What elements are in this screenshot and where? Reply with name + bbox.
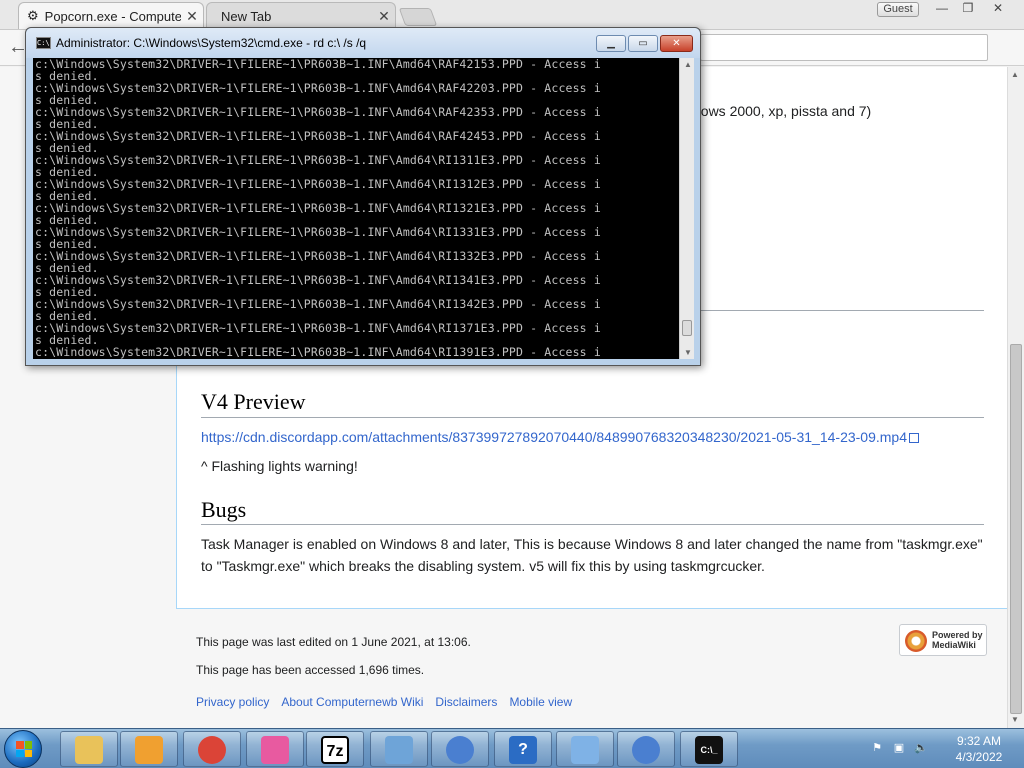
scroll-thumb[interactable] — [1010, 344, 1022, 714]
cmd-close-button[interactable]: ✕ — [660, 35, 693, 52]
console-line: c:\Windows\System32\DRIVER~1\FILERE~1\PR… — [35, 321, 601, 335]
bugs-paragraph: Task Manager is enabled on Windows 8 and… — [201, 536, 983, 574]
console-line: c:\Windows\System32\DRIVER~1\FILERE~1\PR… — [35, 345, 601, 359]
console-line: c:\Windows\System32\DRIVER~1\FILERE~1\PR… — [35, 81, 601, 95]
taskbar-media-player-button[interactable] — [120, 731, 178, 767]
disclaimers-link[interactable]: Disclaimers — [435, 695, 497, 709]
volume-icon[interactable]: 🔈 — [914, 741, 928, 755]
cmd-console-output[interactable]: c:\Windows\System32\DRIVER~1\FILERE~1\PR… — [33, 58, 679, 359]
tab-popcorn[interactable]: ⚙ Popcorn.exe - Computer ✕ — [18, 2, 204, 29]
clock[interactable]: 9:32 AM 4/3/2022 — [944, 733, 1014, 765]
new-tab-button[interactable] — [398, 8, 438, 26]
page-favicon-icon: ⚙ — [27, 8, 39, 23]
media-player-icon — [135, 736, 163, 764]
badge-text: Powered by MediaWiki — [932, 630, 983, 650]
tab-title: New Tab — [221, 8, 272, 24]
page-scrollbar[interactable]: ▲ ▼ — [1007, 67, 1024, 728]
link-text[interactable]: https://cdn.discordapp.com/attachments/8… — [201, 429, 907, 445]
command-prompt-icon: C:\_ — [695, 736, 723, 764]
taskbar-control-panel-button[interactable] — [556, 731, 614, 767]
cmd-app-icon: C:\ — [36, 37, 51, 49]
privacy-policy-link[interactable]: Privacy policy — [196, 695, 269, 709]
guest-profile-button[interactable]: Guest — [877, 2, 919, 17]
start-button[interactable] — [4, 730, 42, 768]
footer-links: Privacy policy About Computernewb Wiki D… — [196, 695, 572, 709]
external-link-icon — [909, 433, 919, 443]
address-bar[interactable] — [700, 34, 988, 61]
cmd-scroll-thumb[interactable] — [682, 320, 692, 336]
file-explorer-icon — [75, 736, 103, 764]
taskbar-7-zip-button[interactable]: 7z — [306, 731, 364, 767]
taskbar: 7z? C:\_ ⚑ ▣ 🔈 9:32 AM 4/3/2022 — [0, 728, 1024, 768]
network-icon[interactable]: ▣ — [892, 741, 906, 755]
help-icon: ? — [509, 736, 537, 764]
taskbar-file-explorer-button[interactable] — [60, 731, 118, 767]
heading-underline — [201, 524, 984, 525]
cmd-maximize-button[interactable]: ▭ — [628, 35, 658, 52]
taskbar-photo-viewer-button[interactable] — [370, 731, 428, 767]
photo-viewer-icon — [385, 736, 413, 764]
minimize-icon[interactable]: — — [928, 1, 956, 17]
mediawiki-logo-icon — [905, 630, 927, 652]
console-line: c:\Windows\System32\DRIVER~1\FILERE~1\PR… — [35, 297, 601, 311]
taskbar-chromium-2-button[interactable] — [617, 731, 675, 767]
clock-date: 4/3/2022 — [955, 750, 1003, 764]
cmd-scrollbar[interactable]: ▲ ▼ — [679, 58, 694, 359]
cmd-window[interactable]: C:\ Administrator: C:\Windows\System32\c… — [25, 27, 701, 366]
v4-preview-heading: V4 Preview — [201, 389, 306, 414]
taskbar-paint-button[interactable] — [246, 731, 304, 767]
console-line: c:\Windows\System32\DRIVER~1\FILERE~1\PR… — [35, 201, 601, 215]
action-center-icon[interactable]: ⚑ — [870, 741, 884, 755]
restore-icon[interactable]: ❐ — [954, 1, 982, 17]
bugs-heading: Bugs — [201, 497, 247, 522]
browser-tabstrip: ⚙ Popcorn.exe - Computer ✕ New Tab ✕ Gue… — [0, 0, 1024, 30]
taskbar-chrome-button[interactable] — [183, 731, 241, 767]
system-tray: ⚑ ▣ 🔈 9:32 AM 4/3/2022 — [864, 729, 1024, 768]
paint-icon — [261, 736, 289, 764]
console-line: c:\Windows\System32\DRIVER~1\FILERE~1\PR… — [35, 273, 601, 287]
flashing-warning: ^ Flashing lights warning! — [201, 458, 358, 474]
console-line: c:\Windows\System32\DRIVER~1\FILERE~1\PR… — [35, 58, 601, 71]
mobile-view-link[interactable]: Mobile view — [509, 695, 572, 709]
taskbar-chromium-button[interactable] — [431, 731, 489, 767]
clock-time: 9:32 AM — [956, 734, 1002, 748]
access-count-text: This page has been accessed 1,696 times. — [196, 663, 425, 677]
console-line: c:\Windows\System32\DRIVER~1\FILERE~1\PR… — [35, 177, 601, 191]
cmd-window-title: Administrator: C:\Windows\System32\cmd.e… — [56, 36, 367, 50]
cmd-minimize-button[interactable]: ▁ — [596, 35, 626, 52]
chromium-icon — [446, 736, 474, 764]
console-lines: c:\Windows\System32\DRIVER~1\FILERE~1\PR… — [33, 58, 679, 358]
console-line: c:\Windows\System32\DRIVER~1\FILERE~1\PR… — [35, 105, 601, 119]
windows-logo-icon — [16, 741, 32, 757]
powered-by-mediawiki-badge[interactable]: Powered by MediaWiki — [899, 624, 987, 656]
chromium-2-icon — [632, 736, 660, 764]
heading-underline — [201, 417, 984, 418]
close-icon[interactable]: ✕ — [984, 1, 1012, 17]
v4-preview-link[interactable]: https://cdn.discordapp.com/attachments/8… — [201, 429, 919, 445]
tab-close-icon[interactable]: ✕ — [373, 8, 395, 25]
badge-line-2: MediaWiki — [932, 640, 976, 650]
taskbar-help-button[interactable]: ? — [494, 731, 552, 767]
badge-line-1: Powered by — [932, 630, 983, 640]
last-edited-text: This page was last edited on 1 June 2021… — [196, 635, 471, 649]
7-zip-icon: 7z — [321, 736, 349, 764]
scroll-down-icon[interactable]: ▼ — [1011, 715, 1019, 724]
scroll-up-icon[interactable]: ▲ — [1011, 70, 1019, 79]
console-line: c:\Windows\System32\DRIVER~1\FILERE~1\PR… — [35, 225, 601, 239]
partial-paragraph: dows 2000, xp, pissta and 7) — [693, 103, 872, 119]
tab-close-icon[interactable]: ✕ — [181, 8, 203, 25]
scroll-up-icon[interactable]: ▲ — [684, 60, 692, 69]
console-line: c:\Windows\System32\DRIVER~1\FILERE~1\PR… — [35, 153, 601, 167]
scroll-down-icon[interactable]: ▼ — [684, 348, 692, 357]
taskbar-command-prompt-button[interactable]: C:\_ — [680, 731, 738, 767]
about-link[interactable]: About Computernewb Wiki — [281, 695, 423, 709]
console-line: c:\Windows\System32\DRIVER~1\FILERE~1\PR… — [35, 249, 601, 263]
control-panel-icon — [571, 736, 599, 764]
tab-title: Popcorn.exe - Computer — [44, 8, 181, 24]
console-line: c:\Windows\System32\DRIVER~1\FILERE~1\PR… — [35, 129, 601, 143]
chrome-icon — [198, 736, 226, 764]
cmd-titlebar[interactable]: C:\ Administrator: C:\Windows\System32\c… — [26, 28, 700, 58]
tab-new-tab[interactable]: New Tab ✕ — [206, 2, 396, 29]
